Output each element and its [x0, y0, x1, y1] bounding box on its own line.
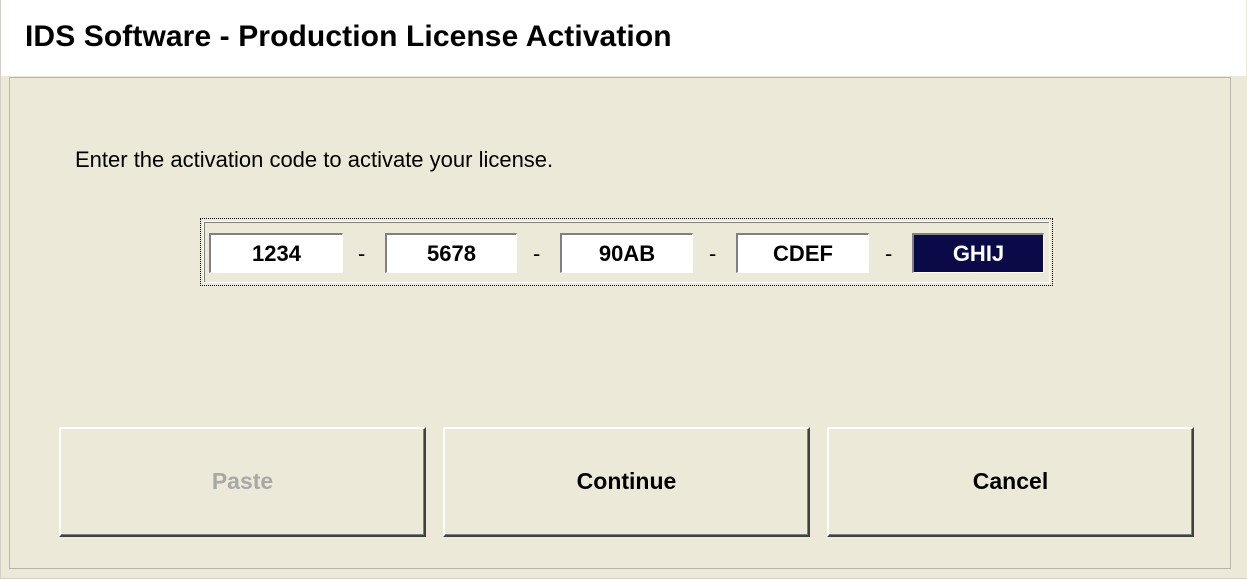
code-segment-4[interactable]: [736, 233, 869, 273]
instruction-text: Enter the activation code to activate yo…: [75, 147, 554, 172]
cancel-button[interactable]: Cancel: [827, 427, 1194, 537]
code-separator: -: [533, 241, 541, 266]
activation-dialog: IDS Software - Production License Activa…: [0, 0, 1247, 579]
code-separator: -: [709, 241, 717, 266]
code-segment-2[interactable]: [385, 233, 517, 273]
window-title: IDS Software - Production License Activa…: [25, 20, 672, 53]
activation-code-group: - - - -: [200, 218, 1053, 286]
title-bar: IDS Software - Production License Activa…: [1, 0, 1246, 76]
code-segment-1[interactable]: [209, 233, 343, 273]
code-separator: -: [885, 241, 893, 266]
paste-button[interactable]: Paste: [59, 427, 426, 537]
continue-button[interactable]: Continue: [443, 427, 810, 537]
code-separator: -: [358, 241, 366, 266]
code-segment-3[interactable]: [560, 233, 693, 273]
code-segment-5[interactable]: [912, 233, 1044, 273]
